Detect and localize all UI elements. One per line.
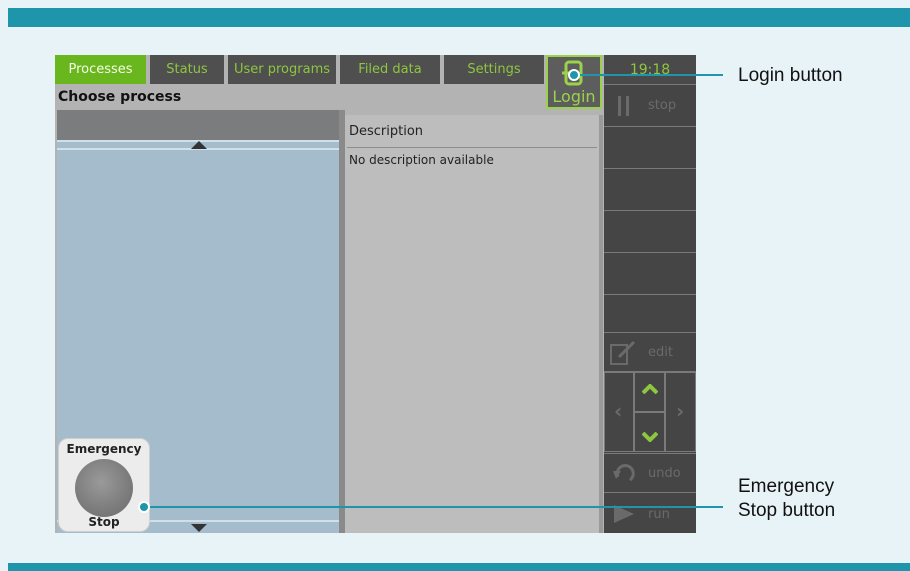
login-label: Login (552, 87, 596, 106)
page-title: Choose process (58, 89, 182, 105)
nav-left-button[interactable]: ‹ (604, 372, 634, 452)
description-rule (347, 147, 597, 148)
edit-icon (610, 340, 636, 365)
pause-icon (618, 96, 629, 116)
description-edge (599, 115, 603, 533)
undo-label: undo (648, 466, 681, 481)
scroll-down-icon[interactable] (191, 524, 207, 532)
hmi-screen: Processes Status User programs Filed dat… (55, 55, 696, 533)
tab-processes[interactable]: Processes (55, 55, 146, 84)
edit-button[interactable]: edit (604, 332, 696, 371)
stop-label: stop (648, 98, 677, 113)
chevron-left-icon: ‹ (614, 399, 623, 423)
bottom-banner (8, 563, 910, 571)
edit-label: edit (648, 345, 673, 360)
tab-status[interactable]: Status (150, 55, 224, 84)
estop-callout-line2: Stop button (738, 500, 836, 521)
sidebar-slot-3[interactable] (604, 210, 696, 252)
run-label: run (648, 507, 670, 522)
tab-settings[interactable]: Settings (444, 55, 544, 84)
login-button[interactable]: Login (546, 55, 602, 109)
emergency-knob (75, 459, 133, 517)
emergency-stop-button[interactable]: Emergency Stop (58, 438, 150, 532)
undo-icon (613, 464, 635, 482)
login-callout-dot (568, 69, 580, 81)
nav-down-button[interactable] (634, 412, 665, 452)
sidebar-slot-5[interactable] (604, 294, 696, 332)
nav-pad: ‹ › (604, 371, 696, 453)
estop-callout-line1: Emergency (738, 476, 835, 497)
sidebar-slot-2[interactable] (604, 168, 696, 210)
estop-callout-line (144, 506, 723, 508)
chevron-up-icon (642, 384, 658, 394)
estop-callout-label: Emergency Stop button (738, 475, 835, 523)
login-callout-label: Login button (738, 65, 843, 86)
nav-up-button[interactable] (634, 372, 665, 412)
description-text: No description available (349, 153, 494, 167)
description-title: Description (349, 124, 424, 139)
chevron-down-icon (642, 432, 658, 442)
nav-right-button[interactable]: › (665, 372, 696, 452)
undo-button[interactable]: undo (604, 453, 696, 492)
list-header (57, 110, 339, 140)
stop-button[interactable]: stop (604, 84, 696, 126)
run-button[interactable]: run (604, 492, 696, 533)
sidebar-slot-4[interactable] (604, 252, 696, 294)
top-banner (8, 8, 910, 27)
tab-filed-data[interactable]: Filed data (340, 55, 440, 84)
description-panel: Description No description available (345, 115, 599, 533)
emergency-label: Emergency (66, 442, 142, 456)
tab-user-programs[interactable]: User programs (228, 55, 336, 84)
chevron-right-icon: › (676, 399, 685, 423)
scroll-up-icon[interactable] (191, 141, 207, 149)
clock: 19:18 (629, 61, 671, 78)
estop-callout-dot (138, 501, 150, 513)
login-callout-line (574, 74, 723, 76)
sidebar-slot-1[interactable] (604, 126, 696, 168)
stop-label-estop: Stop (88, 515, 120, 529)
